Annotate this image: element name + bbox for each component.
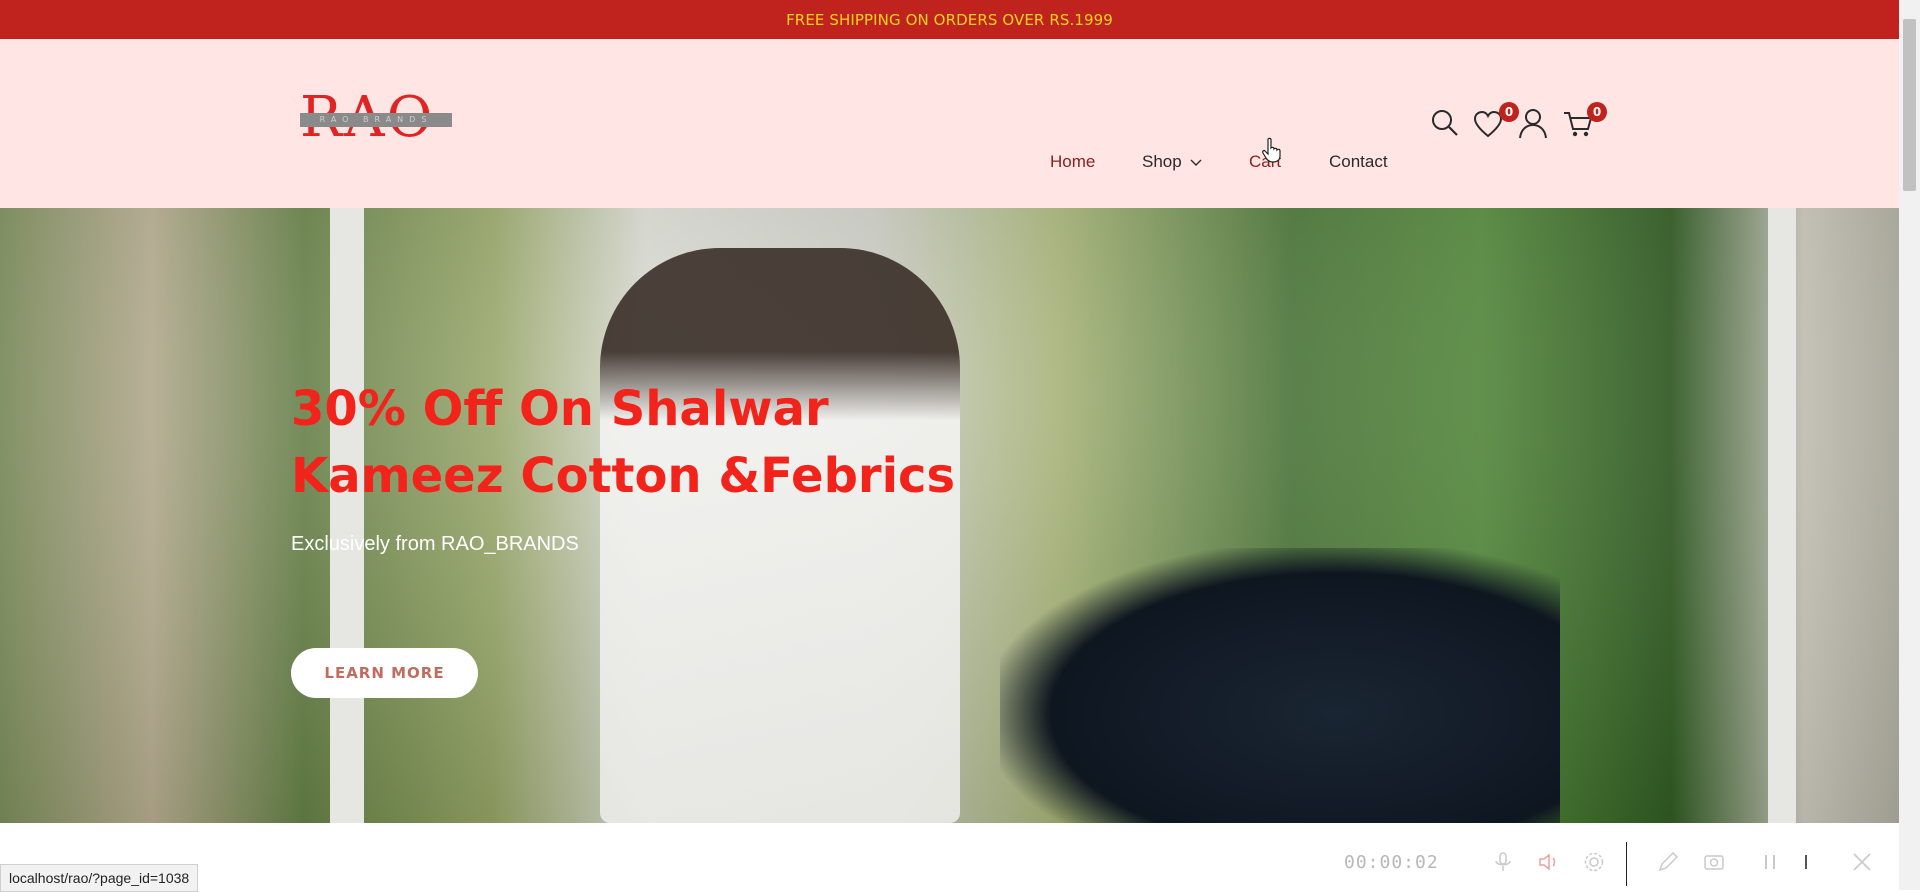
status-url: localhost/rao/?page_id=1038 (9, 870, 190, 886)
nav-shop[interactable]: Shop (1142, 152, 1202, 172)
user-icon[interactable] (1518, 107, 1548, 139)
hero-pole-left (330, 208, 364, 823)
site-header: RAO RAO BRANDS Home Shop Cart Contact 0 … (0, 39, 1899, 208)
speaker-icon[interactable] (1537, 850, 1561, 874)
hero-headline: 30% Off On Shalwar Kameez Cotton &Febric… (291, 381, 956, 504)
hero-subtitle: Exclusively from RAO_BRANDS (291, 533, 579, 555)
search-icon[interactable] (1431, 109, 1459, 137)
close-icon[interactable] (1850, 850, 1874, 874)
recorder-divider (1626, 842, 1627, 886)
camera-icon[interactable] (1702, 850, 1726, 874)
gear-icon[interactable] (1582, 850, 1606, 874)
browser-status-bar: localhost/rao/?page_id=1038 (0, 864, 199, 892)
brand-tagline: RAO BRANDS (300, 113, 452, 127)
promo-bar: FREE SHIPPING ON ORDERS OVER RS.1999 (0, 0, 1899, 39)
cart-count-badge: 0 (1587, 102, 1607, 122)
recorder-timer: 00:00:02 (1344, 852, 1439, 873)
hero-banner: 30% Off On Shalwar Kameez Cotton &Febric… (0, 208, 1899, 823)
nav-contact[interactable]: Contact (1329, 152, 1388, 172)
chevron-down-icon (1190, 159, 1202, 166)
pause-icon[interactable] (1758, 850, 1782, 874)
brand-logo[interactable]: RAO RAO BRANDS (300, 89, 452, 147)
hand-cursor-icon (1262, 137, 1281, 163)
scrollbar-thumb[interactable] (1903, 19, 1916, 191)
screen-recorder-bar: 00:00:02 (1320, 838, 1899, 890)
hero-pole-right (1768, 208, 1796, 823)
learn-more-button[interactable]: LEARN MORE (291, 648, 478, 698)
hero-model (600, 248, 960, 823)
nav-shop-label: Shop (1142, 152, 1182, 171)
pen-icon[interactable] (1656, 850, 1680, 874)
mic-icon[interactable] (1491, 850, 1515, 874)
stop-icon[interactable] (1794, 850, 1818, 874)
promo-text: FREE SHIPPING ON ORDERS OVER RS.1999 (786, 10, 1113, 29)
wishlist-count-badge: 0 (1499, 102, 1519, 122)
nav-home[interactable]: Home (1050, 152, 1095, 172)
hero-motorcycle (1000, 548, 1560, 823)
